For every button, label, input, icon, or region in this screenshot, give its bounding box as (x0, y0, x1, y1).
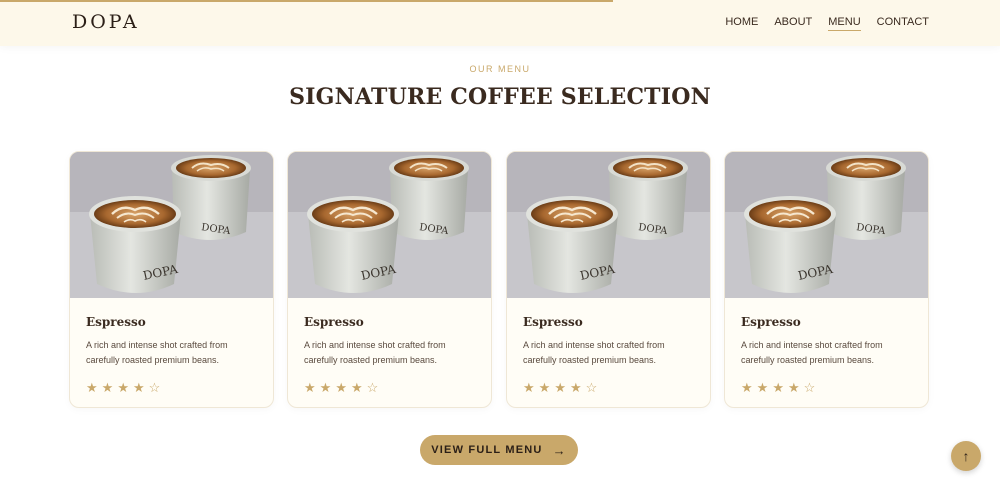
star-outline-icon: ☆ (803, 380, 816, 395)
card-title: Espresso (304, 315, 364, 329)
coffee-image: DOPA DOPA (725, 152, 928, 298)
star-filled-icon: ★ (117, 380, 129, 395)
main-nav: HOME ABOUT MENU CONTACT (709, 16, 929, 31)
star-filled-icon: ★ (554, 380, 566, 395)
card-description: A rich and intense shot crafted from car… (523, 340, 665, 365)
star-rating: ★ ★ ★ ★ ☆ (741, 381, 912, 394)
star-filled-icon: ★ (101, 380, 114, 395)
star-filled-icon: ★ (787, 380, 800, 395)
card-description: A rich and intense shot crafted from car… (86, 340, 228, 365)
card-description: A rich and intense shot crafted from car… (304, 340, 446, 365)
section-eyebrow: OUR MENU (469, 64, 531, 74)
product-card[interactable]: DOPA DOPA Espresso A rich and intense sho… (506, 151, 711, 408)
nav-about[interactable]: ABOUT (774, 16, 812, 31)
section-title: SIGNATURE COFFEE SELECTION (289, 84, 711, 110)
nav-menu[interactable]: MENU (828, 16, 861, 31)
star-rating: ★ ★ ★ ★ ☆ (86, 381, 257, 394)
star-filled-icon: ★ (304, 380, 316, 395)
star-filled-icon: ★ (741, 380, 753, 395)
star-filled-icon: ★ (569, 380, 582, 395)
product-card[interactable]: DOPA DOPA Espresso A rich and intense sho… (69, 151, 274, 408)
star-filled-icon: ★ (756, 380, 769, 395)
card-title: Espresso (741, 315, 801, 329)
star-rating: ★ ★ ★ ★ ☆ (304, 381, 475, 394)
product-card[interactable]: DOPA DOPA Espresso A rich and intense sho… (724, 151, 929, 408)
star-filled-icon: ★ (335, 380, 347, 395)
nav-home[interactable]: HOME (725, 16, 758, 31)
card-title: Espresso (86, 315, 146, 329)
star-outline-icon: ☆ (366, 380, 379, 395)
arrow-right-icon: → (552, 442, 567, 458)
star-filled-icon: ★ (538, 380, 551, 395)
card-title: Espresso (523, 315, 583, 329)
star-filled-icon: ★ (350, 380, 363, 395)
view-full-menu-label: VIEW FULL MENU (431, 444, 543, 456)
product-card[interactable]: DOPA DOPA Espresso A rich and intense sho… (287, 151, 492, 408)
nav-contact[interactable]: CONTACT (877, 16, 929, 31)
arrow-up-icon: ↑ (962, 448, 970, 464)
logo[interactable]: DOPA (72, 11, 140, 33)
scroll-progress-bar (0, 0, 613, 2)
star-outline-icon: ☆ (585, 380, 598, 395)
star-filled-icon: ★ (772, 380, 784, 395)
star-filled-icon: ★ (86, 380, 98, 395)
star-filled-icon: ★ (132, 380, 145, 395)
view-full-menu-button[interactable]: VIEW FULL MENU → (420, 435, 578, 465)
coffee-image: DOPA DOPA (507, 152, 710, 298)
star-filled-icon: ★ (523, 380, 535, 395)
coffee-image: DOPA DOPA (288, 152, 491, 298)
card-description: A rich and intense shot crafted from car… (741, 340, 883, 365)
star-filled-icon: ★ (319, 380, 332, 395)
site-header: DOPA HOME ABOUT MENU CONTACT (0, 0, 1000, 46)
star-outline-icon: ☆ (148, 380, 161, 395)
star-rating: ★ ★ ★ ★ ☆ (523, 381, 694, 394)
coffee-image: DOPA DOPA (70, 152, 273, 298)
back-to-top-button[interactable]: ↑ (951, 441, 981, 471)
